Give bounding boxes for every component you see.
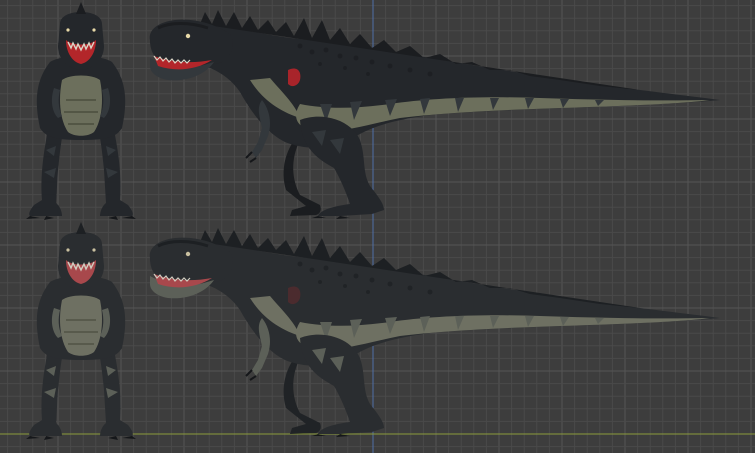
model-front-view-dark[interactable] [26, 2, 136, 220]
viewport-canvas[interactable] [0, 0, 755, 453]
3d-viewport[interactable] [0, 0, 755, 453]
model-front-view-light[interactable] [26, 222, 136, 440]
model-side-view-light[interactable] [149, 228, 721, 437]
model-side-view-dark[interactable] [149, 10, 721, 219]
